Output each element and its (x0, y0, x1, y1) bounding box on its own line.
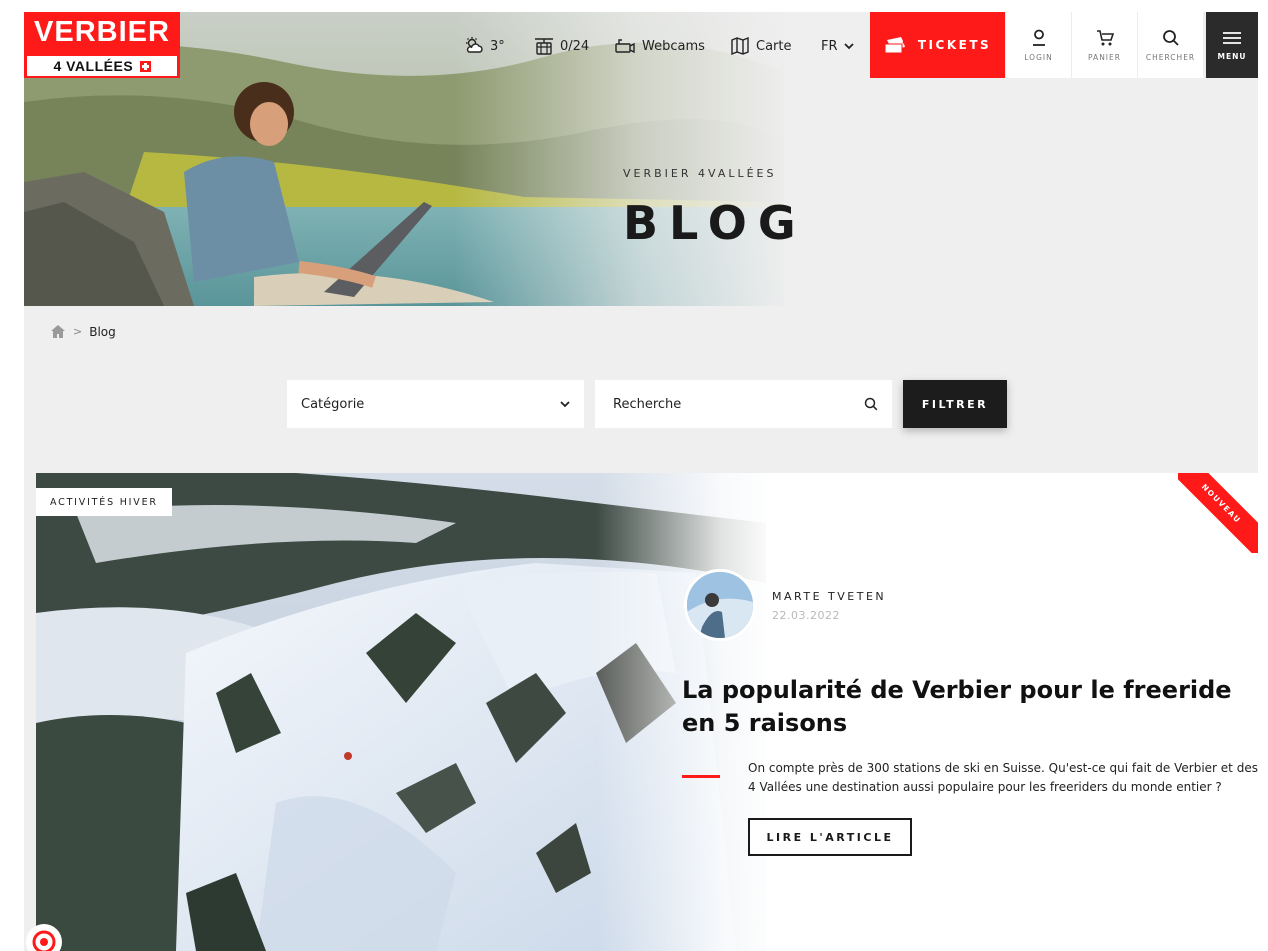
accent-divider (682, 775, 720, 778)
search-label: CHERCHER (1145, 52, 1196, 62)
hamburger-icon (1223, 31, 1241, 44)
logo-subline: 4 VALLÉES (27, 56, 177, 76)
read-article-button[interactable]: LIRE L'ARTICLE (748, 818, 912, 856)
category-badge[interactable]: ACTIVITÉS HIVER (36, 488, 172, 516)
hero-eyebrow: VERBIER 4VALLÉES (623, 167, 777, 180)
cart-button[interactable]: PANIER (1071, 12, 1137, 78)
language-selector[interactable]: FR (821, 34, 854, 58)
tickets-button[interactable]: TICKETS (870, 12, 1005, 78)
chevron-down-icon (843, 43, 854, 50)
filter-button[interactable]: FILTRER (903, 380, 1007, 428)
webcams-label: Webcams (642, 38, 705, 54)
article-title[interactable]: La popularité de Verbier pour le freerid… (682, 674, 1242, 740)
page-title: BLOG (623, 196, 807, 250)
map-link[interactable]: Carte (730, 34, 791, 58)
breadcrumb-current: Blog (89, 324, 116, 339)
gondola-icon (535, 38, 553, 55)
menu-label: MENU (1217, 51, 1247, 61)
menu-button[interactable]: MENU (1205, 12, 1258, 78)
new-ribbon-label: NOUVEAU (1178, 473, 1258, 553)
new-ribbon: NOUVEAU (1178, 473, 1258, 553)
search-field (595, 380, 892, 428)
login-label: LOGIN (1024, 52, 1053, 62)
language-label: FR (821, 38, 838, 54)
home-icon[interactable] (50, 324, 66, 339)
search-button[interactable]: CHERCHER (1137, 12, 1203, 78)
map-label: Carte (756, 38, 792, 54)
article-excerpt: On compte près de 300 stations de ski en… (748, 761, 1258, 794)
weather-icon (466, 37, 483, 53)
weather-temp: 3° (490, 38, 505, 54)
accessibility-widget-icon[interactable] (26, 924, 62, 951)
user-icon (1032, 29, 1045, 46)
login-button[interactable]: LOGIN (1005, 12, 1071, 78)
search-input[interactable] (613, 396, 864, 412)
cart-label: PANIER (1088, 52, 1121, 62)
webcams-link[interactable]: Webcams (614, 34, 705, 58)
search-icon[interactable] (864, 397, 878, 411)
author-avatar (684, 569, 756, 641)
breadcrumb: > Blog (50, 324, 116, 339)
lifts-link[interactable]: 0/24 (534, 34, 589, 58)
category-select-label: Catégorie (301, 396, 365, 412)
ticket-icon (884, 37, 905, 54)
search-icon (1162, 29, 1179, 46)
article-date: 22.03.2022 (772, 609, 840, 622)
lifts-count: 0/24 (560, 38, 590, 54)
site-logo[interactable]: VERBIER 4 VALLÉES (24, 12, 180, 78)
swiss-flag-icon (139, 61, 151, 72)
chevron-down-icon (560, 401, 570, 408)
weather-link[interactable]: 3° (464, 34, 505, 58)
tickets-label: TICKETS (917, 38, 992, 52)
webcam-icon (615, 39, 635, 54)
cart-icon (1096, 29, 1114, 45)
page: VERBIER 4VALLÉES BLOG VERBIER 4 VALLÉES … (24, 12, 1258, 951)
logo-wordmark: VERBIER (34, 16, 170, 48)
category-select[interactable]: Catégorie (287, 380, 584, 428)
breadcrumb-separator: > (73, 325, 83, 338)
author-name: MARTE TVETEN (772, 590, 887, 603)
featured-article: ACTIVITÉS HIVER NOUVEAU MARTE TVETEN 22.… (36, 473, 1258, 951)
map-icon (731, 36, 749, 56)
